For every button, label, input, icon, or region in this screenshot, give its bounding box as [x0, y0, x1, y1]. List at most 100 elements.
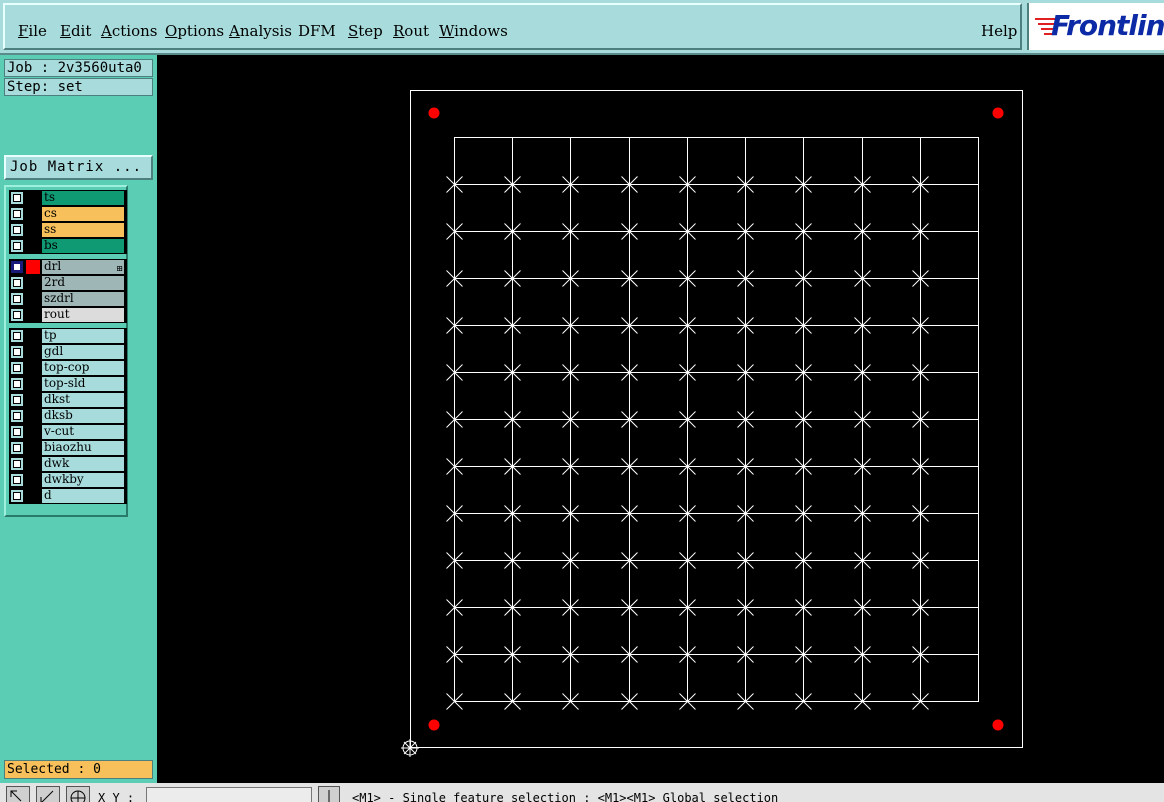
board-view[interactable] — [157, 57, 1164, 783]
layer-checkbox[interactable] — [11, 293, 23, 305]
layer-display-color[interactable] — [26, 473, 40, 487]
layer-name[interactable]: szdrl — [42, 292, 124, 306]
layer-row-biaozhu[interactable]: biaozhu — [9, 440, 127, 456]
layer-name[interactable]: dksb — [42, 409, 124, 423]
layer-checkbox[interactable] — [11, 378, 23, 390]
cursor-icon — [328, 790, 330, 802]
layer-checkbox[interactable] — [11, 410, 23, 422]
layer-display-color[interactable] — [26, 393, 40, 407]
layer-name[interactable]: dkst — [42, 393, 124, 407]
layer-name[interactable]: tp — [42, 329, 124, 343]
layer-display-color[interactable] — [26, 425, 40, 439]
layer-checkbox[interactable] — [11, 240, 23, 252]
layer-checkbox[interactable] — [11, 346, 23, 358]
layer-row-dksb[interactable]: dksb — [9, 408, 127, 424]
layer-display-color[interactable] — [26, 292, 40, 306]
layer-row-ss[interactable]: ss — [9, 222, 127, 238]
layer-name[interactable]: rout — [42, 308, 124, 322]
layer-display-color[interactable] — [26, 276, 40, 290]
layer-checkbox[interactable] — [11, 458, 23, 470]
layer-row-top-cop[interactable]: top-cop — [9, 360, 127, 376]
layer-name[interactable]: cs — [42, 207, 124, 221]
layer-display-color[interactable] — [26, 377, 40, 391]
layer-name[interactable]: dwkby — [42, 473, 124, 487]
layer-name[interactable]: 2rd — [42, 276, 124, 290]
menu-options[interactable]: Options — [165, 22, 224, 40]
layer-row-cs[interactable]: cs — [9, 206, 127, 222]
xy-field[interactable] — [146, 787, 312, 802]
layer-name[interactable]: biaozhu — [42, 441, 124, 455]
layer-row-top-sld[interactable]: top-sld — [9, 376, 127, 392]
layer-checkbox[interactable] — [11, 474, 23, 486]
layer-display-color[interactable] — [26, 223, 40, 237]
layer-name[interactable]: dwk — [42, 457, 124, 471]
job-label: Job : 2v3560uta0 — [4, 59, 153, 77]
layer-display-color[interactable] — [26, 191, 40, 205]
menu-edit[interactable]: Edit — [60, 22, 91, 40]
layer-name[interactable]: ts — [42, 191, 124, 205]
job-matrix-button[interactable]: Job Matrix ... — [4, 155, 153, 180]
cursor-mode-button[interactable] — [318, 786, 340, 802]
menu-step[interactable]: Step — [348, 22, 383, 40]
layer-checkbox[interactable] — [11, 277, 23, 289]
layer-row-bs[interactable]: bs — [9, 238, 127, 254]
layer-checkbox[interactable] — [11, 330, 23, 342]
layer-name[interactable]: v-cut — [42, 425, 124, 439]
menu-dfm[interactable]: DFM — [298, 22, 336, 40]
layer-display-color[interactable] — [26, 361, 40, 375]
layer-checkbox[interactable] — [11, 490, 23, 502]
layer-display-color[interactable] — [26, 260, 40, 274]
arrow-icon — [10, 790, 22, 802]
layer-row-dkst[interactable]: dkst — [9, 392, 127, 408]
layer-row-szdrl[interactable]: szdrl — [9, 291, 127, 307]
layer-display-color[interactable] — [26, 329, 40, 343]
graphics-canvas[interactable] — [157, 57, 1164, 783]
layer-checkbox[interactable] — [11, 362, 23, 374]
layer-row-gdl[interactable]: gdl — [9, 344, 127, 360]
fiducial-dot — [992, 107, 1004, 119]
grid-button[interactable] — [66, 786, 90, 802]
layer-row-tp[interactable]: tp — [9, 328, 127, 344]
select-arrow-button[interactable] — [6, 786, 30, 802]
layer-name[interactable]: d — [42, 489, 124, 503]
layer-display-color[interactable] — [26, 457, 40, 471]
layer-name[interactable]: drl ⊞ — [42, 260, 124, 274]
layer-row-d[interactable]: d — [9, 488, 127, 504]
zoom-arrow-button[interactable] — [36, 786, 60, 802]
xy-label: X Y : — [98, 791, 135, 802]
layer-row-dwk[interactable]: dwk — [9, 456, 127, 472]
layer-checkbox[interactable] — [11, 426, 23, 438]
menu-windows[interactable]: Windows — [439, 22, 508, 40]
layer-name[interactable]: top-sld — [42, 377, 124, 391]
layer-checkbox[interactable] — [11, 394, 23, 406]
layer-checkbox[interactable] — [11, 192, 23, 204]
layer-name[interactable]: top-cop — [42, 361, 124, 375]
layer-name[interactable]: gdl — [42, 345, 124, 359]
menu-rout[interactable]: Rout — [393, 22, 429, 40]
menu-help[interactable]: Help — [981, 22, 1017, 40]
layer-display-color[interactable] — [26, 489, 40, 503]
layer-display-color[interactable] — [26, 345, 40, 359]
layer-display-color[interactable] — [26, 239, 40, 253]
layer-row-rout[interactable]: rout — [9, 307, 127, 323]
layer-display-color[interactable] — [26, 207, 40, 221]
layer-display-color[interactable] — [26, 308, 40, 322]
layer-row-v-cut[interactable]: v-cut — [9, 424, 127, 440]
menu-actions[interactable]: Actions — [101, 22, 157, 40]
layer-display-color[interactable] — [26, 409, 40, 423]
layer-checkbox[interactable] — [11, 224, 23, 236]
layer-checkbox[interactable] — [11, 208, 23, 220]
layer-checkbox[interactable] — [11, 309, 23, 321]
layer-row-2rd[interactable]: 2rd — [9, 275, 127, 291]
layer-checkbox[interactable] — [11, 261, 23, 273]
layer-checkbox[interactable] — [11, 442, 23, 454]
layer-row-ts[interactable]: ts — [9, 190, 127, 206]
layer-row-drl[interactable]: drl ⊞ — [9, 259, 127, 275]
menu-analysis[interactable]: Analysis — [229, 22, 292, 40]
status-bar: X Y : <M1> - Single feature selection : … — [0, 783, 1164, 802]
layer-name[interactable]: bs — [42, 239, 124, 253]
menu-file[interactable]: File — [18, 22, 47, 40]
layer-row-dwkby[interactable]: dwkby — [9, 472, 127, 488]
layer-name[interactable]: ss — [42, 223, 124, 237]
layer-display-color[interactable] — [26, 441, 40, 455]
